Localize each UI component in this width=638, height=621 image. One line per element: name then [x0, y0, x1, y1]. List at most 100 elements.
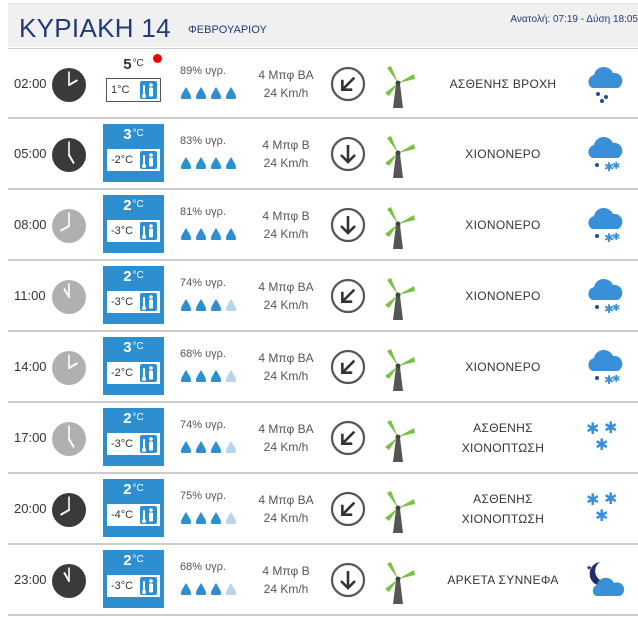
wind-turbine-icon	[380, 345, 416, 393]
temperature-box: 2°C -4°C	[103, 479, 164, 537]
feels-like-value: -3°C	[111, 225, 134, 237]
condition-line: ΑΣΘΕΝΗΣ	[473, 491, 533, 506]
person-thermometer-icon	[140, 506, 157, 524]
feels-like-value: -2°C	[111, 154, 134, 166]
wind-direction-arrow-icon	[330, 420, 366, 456]
wind-force: 4 Μπφ ΒΑ	[258, 422, 314, 436]
humidity-text: 68% υγρ.	[180, 348, 226, 360]
humidity-drops-icon	[180, 226, 240, 243]
dark-clock-icon	[51, 137, 87, 173]
humidity-text: 74% υγρ.	[180, 419, 226, 431]
dark-clock-icon	[51, 563, 87, 599]
person-thermometer-icon	[140, 222, 157, 240]
wind-force: 4 Μπφ ΒΑ	[258, 493, 314, 507]
humidity-text: 81% υγρ.	[180, 206, 226, 218]
temperature: 2°C	[123, 552, 144, 569]
day-header: ΚΥΡΙΑΚΗ 14 ΦΕΒΡΟΥΑΡΙΟΥ Ανατολή: 07:19 - …	[8, 3, 638, 47]
wind-force: 4 Μπφ ΒΑ	[258, 68, 314, 82]
wind-direction-arrow-icon	[330, 66, 366, 102]
svg-text:✱: ✱	[612, 232, 620, 243]
row-time: 05:00	[14, 146, 47, 161]
person-thermometer-icon	[140, 435, 157, 453]
feels-like-box: -3°C	[106, 574, 161, 598]
forecast-row: 02:00 5°C 1°C 89% υγρ. 4 Μπφ ΒΑ 24 Km/h …	[8, 48, 638, 119]
wind-speed: 24 Km/h	[263, 156, 309, 170]
person-thermometer-icon	[140, 81, 157, 99]
condition-text: ΧΙΟΝΟΝΕΡΟ	[428, 119, 578, 188]
wind-direction-arrow-icon	[330, 562, 366, 598]
humidity-text: 74% υγρ.	[180, 277, 226, 289]
wind-info: 4 Μπφ ΒΑ 24 Km/h	[236, 491, 336, 527]
temperature-box: 3°C -2°C	[103, 337, 164, 395]
humidity-drops-icon	[180, 368, 240, 385]
condition-line: ΑΣΘΕΝΗΣ	[473, 420, 533, 435]
temperature: 2°C	[123, 410, 144, 427]
condition-line: ΧΙΟΝΟΠΤΩΣΗ	[461, 511, 545, 526]
day-title: ΚΥΡΙΑΚΗ 14	[19, 13, 171, 43]
temperature-box: 2°C -3°C	[103, 408, 164, 466]
person-thermometer-icon	[140, 577, 157, 595]
condition-text: ΑΣΘΕΝΗΣ ΧΙΟΝΟΠΤΩΣΗ	[428, 474, 578, 543]
wind-info: 4 Μπφ ΒΑ 24 Km/h	[236, 66, 336, 102]
humidity-text: 75% υγρ.	[180, 490, 226, 502]
temperature: 3°C	[123, 339, 144, 356]
row-time: 14:00	[14, 359, 47, 374]
wind-force: 4 Μπφ Β	[262, 564, 310, 578]
svg-text:✱: ✱	[612, 303, 620, 314]
wind-speed: 24 Km/h	[263, 227, 309, 241]
wind-speed: 24 Km/h	[263, 369, 309, 383]
svg-text:✱: ✱	[595, 435, 608, 454]
dark-clock-icon	[51, 492, 87, 528]
temperature-box: 2°C -3°C	[103, 266, 164, 324]
wind-force: 4 Μπφ Β	[262, 138, 310, 152]
feels-like-box: -3°C	[106, 290, 161, 314]
feels-like-box: 1°C	[106, 78, 161, 102]
day-month: ΦΕΒΡΟΥΑΡΙΟΥ	[188, 24, 267, 36]
humidity-drops-icon	[180, 510, 240, 527]
feels-like-box: -2°C	[106, 361, 161, 385]
wind-info: 4 Μπφ ΒΑ 24 Km/h	[236, 349, 336, 385]
condition-line: ΧΙΟΝΟΝΕΡΟ	[465, 288, 541, 303]
wind-turbine-icon	[380, 132, 416, 180]
condition-text: ΑΣΘΕΝΗΣ ΧΙΟΝΟΠΤΩΣΗ	[428, 403, 578, 472]
forecast-row: 20:00 2°C -4°C 75% υγρ. 4 Μπφ ΒΑ 24 Km/h…	[8, 474, 638, 545]
row-time: 11:00	[14, 288, 46, 303]
svg-text:✱: ✱	[612, 374, 620, 385]
humidity-drops-icon	[180, 439, 240, 456]
condition-text: ΧΙΟΝΟΝΕΡΟ	[428, 261, 578, 330]
wind-direction-arrow-icon	[330, 207, 366, 243]
light-clock-icon	[51, 208, 87, 244]
feels-like-value: -2°C	[111, 367, 134, 379]
svg-text:✱: ✱	[595, 506, 608, 525]
wind-info: 4 Μπφ ΒΑ 24 Km/h	[236, 420, 336, 456]
condition-text: ΧΙΟΝΟΝΕΡΟ	[428, 190, 578, 259]
humidity-text: 89% υγρ.	[180, 65, 226, 77]
condition-line: ΧΙΟΝΟΠΤΩΣΗ	[461, 440, 545, 455]
wind-direction-arrow-icon	[330, 491, 366, 527]
person-thermometer-icon	[140, 293, 157, 311]
light-clock-icon	[51, 350, 87, 386]
wind-turbine-icon	[380, 62, 416, 110]
sleet-cloud-icon: ✱ ✱	[582, 203, 626, 247]
humidity-drops-icon	[180, 155, 240, 172]
wind-turbine-icon	[380, 274, 416, 322]
forecast-row: 08:00 2°C -3°C 81% υγρ. 4 Μπφ Β 24 Km/h …	[8, 190, 638, 261]
humidity-text: 68% υγρ.	[180, 561, 226, 573]
svg-text:★: ★	[586, 564, 592, 572]
row-time: 08:00	[14, 217, 47, 232]
row-time: 02:00	[14, 76, 47, 91]
person-thermometer-icon	[140, 151, 157, 169]
sleet-cloud-icon: ✱ ✱	[582, 345, 626, 389]
wind-force: 4 Μπφ Β	[262, 209, 310, 223]
sunrise-sunset: Ανατολή: 07:19 - Δύση 18:05	[510, 14, 638, 25]
feels-like-value: 1°C	[111, 84, 130, 96]
snowflakes-icon: ✱ ✱ ✱	[582, 416, 626, 460]
wind-direction-arrow-icon	[330, 136, 366, 172]
wind-info: 4 Μπφ ΒΑ 24 Km/h	[236, 278, 336, 314]
humidity-drops-icon	[180, 85, 240, 102]
wind-turbine-icon	[380, 487, 416, 535]
wind-speed: 24 Km/h	[263, 298, 309, 312]
wind-force: 4 Μπφ ΒΑ	[258, 280, 314, 294]
humidity-text: 83% υγρ.	[180, 135, 226, 147]
wind-direction-arrow-icon	[330, 278, 366, 314]
